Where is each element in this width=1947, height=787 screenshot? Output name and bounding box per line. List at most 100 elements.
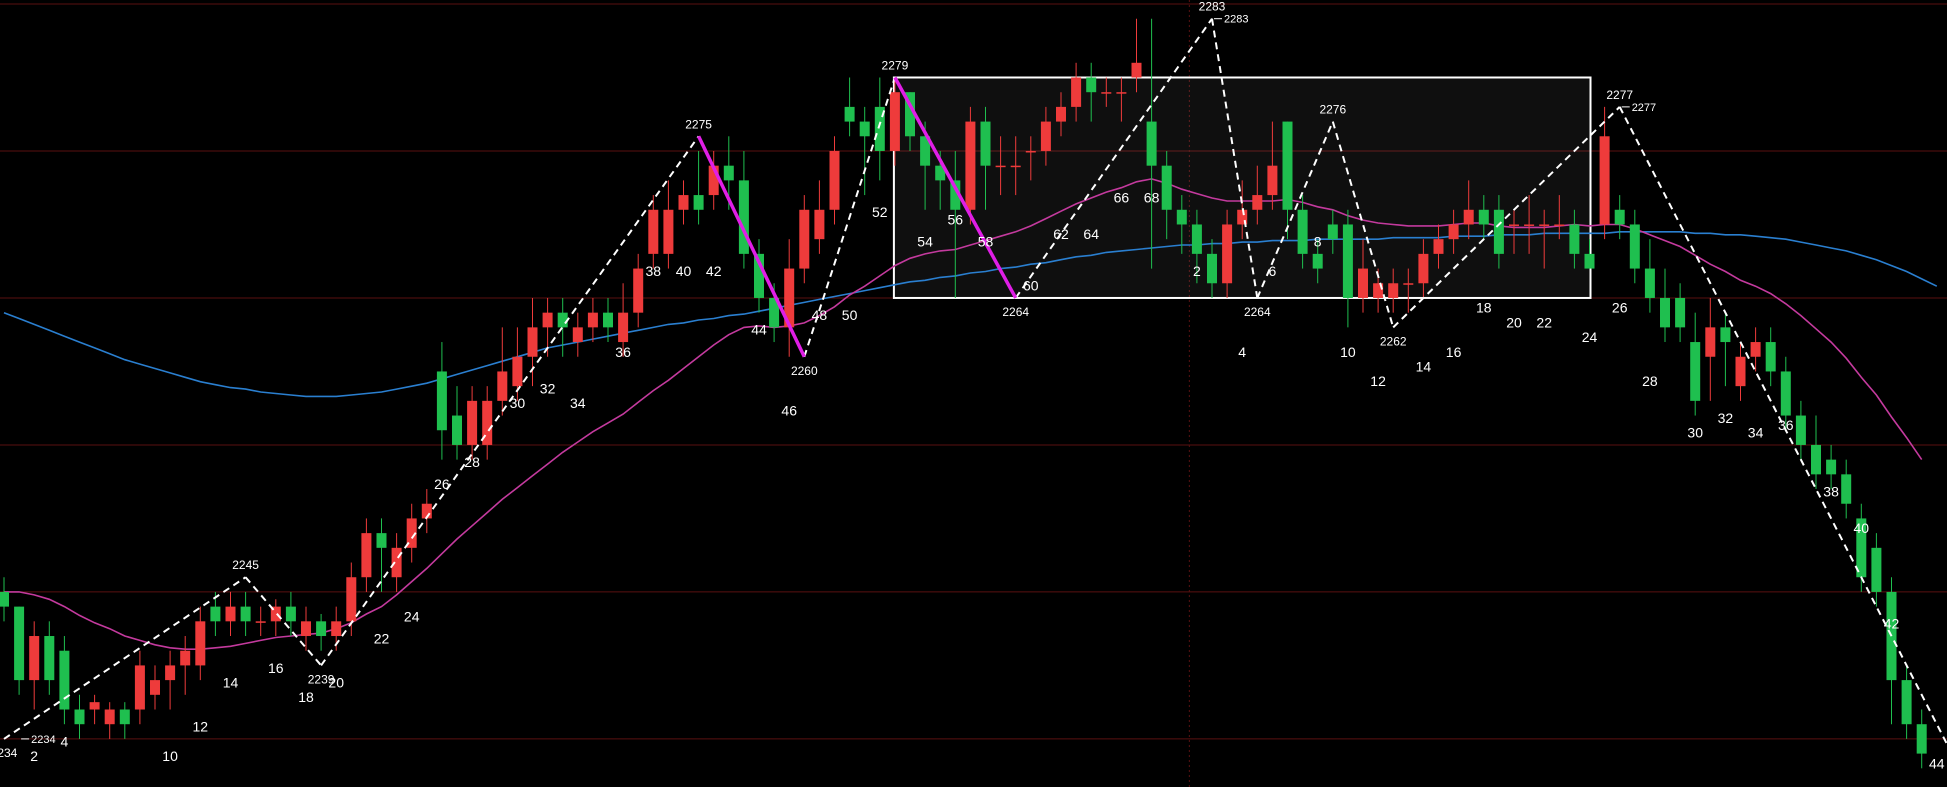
candle-body bbox=[799, 209, 810, 269]
candle-body bbox=[1735, 356, 1746, 387]
candle-body bbox=[527, 327, 538, 357]
candle-body bbox=[134, 665, 145, 710]
candle-body bbox=[1644, 268, 1655, 298]
candle-body bbox=[1252, 195, 1263, 210]
candle-body bbox=[1010, 165, 1021, 168]
candle-body bbox=[89, 702, 100, 710]
bar-count-label: 32 bbox=[540, 381, 556, 397]
bar-count-label: 16 bbox=[268, 660, 284, 676]
price-tag-label: 2283 bbox=[1224, 14, 1248, 26]
candle-body bbox=[195, 621, 206, 666]
candle-body bbox=[1720, 327, 1731, 343]
bar-count-label: 66 bbox=[1114, 189, 1130, 205]
candle-body bbox=[180, 650, 191, 666]
bar-count-label: 34 bbox=[570, 395, 586, 411]
candle-body bbox=[331, 621, 342, 637]
candle-body bbox=[1584, 253, 1595, 269]
candle-body bbox=[104, 709, 115, 725]
bar-count-label: 68 bbox=[1144, 189, 1160, 205]
candle-body bbox=[1750, 342, 1761, 357]
candle-body bbox=[603, 312, 613, 328]
bar-count-label: 52 bbox=[872, 204, 888, 220]
candle-body bbox=[1811, 444, 1821, 475]
bar-count-label: 46 bbox=[781, 403, 797, 419]
bar-count-label: 18 bbox=[298, 689, 314, 705]
pivot-label: 2262 bbox=[1380, 334, 1407, 348]
candle-body bbox=[150, 680, 160, 695]
candle-body bbox=[1312, 253, 1323, 269]
candle-body bbox=[618, 312, 629, 343]
candle-body bbox=[678, 195, 689, 210]
candle-body bbox=[572, 327, 583, 343]
bar-count-label: 28 bbox=[1642, 373, 1658, 389]
candle-body bbox=[1795, 415, 1806, 445]
candle-body bbox=[1539, 224, 1550, 226]
candle-body bbox=[542, 312, 553, 328]
candle-body bbox=[844, 106, 855, 122]
price-tag-label: 2234 bbox=[31, 734, 55, 746]
candle-body bbox=[648, 209, 659, 254]
candle-body bbox=[1071, 77, 1082, 107]
candle-body bbox=[1056, 106, 1066, 122]
bar-count-label: 60 bbox=[1023, 278, 1039, 294]
candle-body bbox=[1826, 459, 1837, 475]
candle-body bbox=[1161, 165, 1172, 210]
candle-body bbox=[1448, 224, 1459, 240]
candle-body bbox=[1176, 209, 1187, 225]
candle-body bbox=[316, 621, 327, 637]
candle-body bbox=[0, 591, 9, 607]
candle-body bbox=[346, 577, 357, 622]
candle-body bbox=[1388, 283, 1399, 298]
candle-body bbox=[1841, 474, 1852, 504]
bar-count-label: 56 bbox=[948, 211, 964, 227]
pivot-label: 2277 bbox=[1606, 88, 1633, 102]
candle-body bbox=[1101, 92, 1112, 94]
candle-body bbox=[210, 606, 221, 622]
candle-body bbox=[1901, 680, 1912, 725]
candle-body bbox=[14, 606, 25, 681]
candle-body bbox=[391, 547, 402, 578]
candle-body bbox=[1629, 224, 1640, 269]
candle-body bbox=[829, 150, 840, 210]
candle-body bbox=[965, 121, 976, 210]
pivot-label: 2279 bbox=[882, 58, 909, 72]
candle-body bbox=[1433, 239, 1444, 254]
candle-body bbox=[361, 533, 372, 578]
bar-count-label: 14 bbox=[223, 674, 239, 690]
bar-count-label: 30 bbox=[510, 395, 526, 411]
bar-count-label: 18 bbox=[1476, 300, 1492, 316]
bar-count-label: 42 bbox=[1884, 616, 1900, 632]
bar-count-label: 42 bbox=[706, 263, 722, 279]
candle-body bbox=[44, 636, 55, 681]
candle-body bbox=[1358, 268, 1368, 298]
bar-count-label: 36 bbox=[615, 344, 631, 360]
bar-count-label: 40 bbox=[676, 263, 692, 279]
bar-count-label: 38 bbox=[1823, 483, 1839, 499]
bar-count-label: 22 bbox=[374, 630, 390, 646]
candle-body bbox=[1418, 253, 1429, 284]
candle-body bbox=[1463, 209, 1474, 225]
candle-body bbox=[1086, 77, 1097, 93]
candle-body bbox=[29, 636, 40, 681]
candle-body bbox=[889, 92, 900, 151]
bar-count-label: 62 bbox=[1053, 226, 1069, 242]
candle-body bbox=[1342, 224, 1353, 298]
candle-body bbox=[723, 165, 734, 181]
candle-body bbox=[1478, 209, 1489, 225]
pivot-label: 2283 bbox=[1199, 0, 1226, 14]
candle-body bbox=[301, 621, 311, 637]
bar-count-label: 44 bbox=[751, 322, 767, 338]
candle-body bbox=[693, 195, 704, 210]
candle-body bbox=[1554, 224, 1565, 226]
candle-body bbox=[1116, 92, 1127, 94]
candle-body bbox=[1524, 224, 1535, 226]
pivot-label: 2275 bbox=[685, 117, 712, 131]
pivot-label: 2234 bbox=[0, 746, 18, 760]
candle-body bbox=[1509, 224, 1519, 226]
candle-body bbox=[633, 268, 644, 313]
candle-body bbox=[1493, 209, 1504, 254]
bar-count-label: 24 bbox=[404, 608, 420, 624]
bar-count-label: 28 bbox=[464, 454, 480, 470]
bar-count-label: 26 bbox=[1612, 300, 1628, 316]
candle-body bbox=[1191, 224, 1202, 254]
